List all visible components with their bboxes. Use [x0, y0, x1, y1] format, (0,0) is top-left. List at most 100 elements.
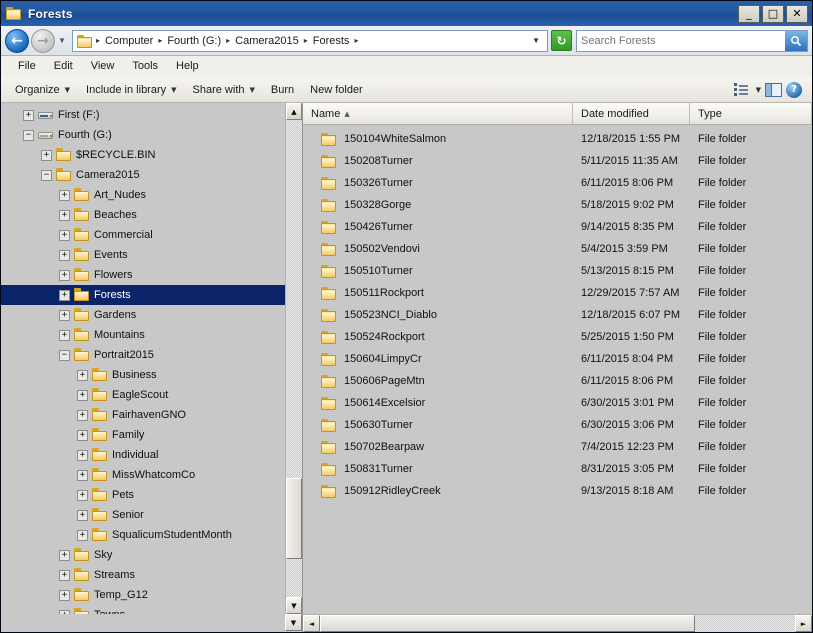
expand-icon[interactable]: + — [77, 369, 88, 381]
tree-item-portrait2015[interactable]: − Portrait2015 — [1, 345, 285, 365]
breadcrumb-separator-0[interactable]: ▸ — [93, 36, 103, 45]
tree-item-first-f[interactable]: + First (F:) — [1, 105, 285, 125]
table-row[interactable]: 150426Turner 9/14/2015 8:35 PM File folder — [303, 216, 812, 238]
tree-item-beaches[interactable]: + Beaches — [1, 205, 285, 225]
minimize-button[interactable]: _ — [738, 4, 760, 23]
table-row[interactable]: 150326Turner 6/11/2015 8:06 PM File folder — [303, 172, 812, 194]
tree-item-senior[interactable]: + Senior — [1, 505, 285, 525]
expand-icon[interactable]: + — [59, 329, 70, 341]
tree-item-commercial[interactable]: + Commercial — [1, 225, 285, 245]
tree-scroll-down-button[interactable]: ▼ — [286, 597, 302, 614]
column-header-type[interactable]: Type — [690, 103, 812, 124]
collapse-icon[interactable]: − — [23, 129, 34, 141]
preview-pane-icon[interactable] — [765, 82, 782, 97]
table-row[interactable]: 150104WhiteSalmon 12/18/2015 1:55 PM File … — [303, 128, 812, 150]
tree-item-pets[interactable]: + Pets — [1, 485, 285, 505]
expand-icon[interactable]: + — [77, 389, 88, 401]
table-row[interactable]: 150523NCI_Diablo 12/18/2015 6:07 PM File f… — [303, 304, 812, 326]
new-folder-button[interactable]: New folder — [302, 79, 371, 101]
tree-item-fairhavengno[interactable]: + FairhavenGNO — [1, 405, 285, 425]
expand-icon[interactable]: + — [77, 509, 88, 521]
breadcrumb-separator-4[interactable]: ▸ — [351, 36, 361, 45]
tree-item-camera2015[interactable]: − Camera2015 — [1, 165, 285, 185]
table-row[interactable]: 150524Rockport 5/25/2015 1:50 PM File fold… — [303, 326, 812, 348]
refresh-button[interactable]: ↻ — [551, 30, 572, 51]
tree-item-misswhatcomco[interactable]: + MissWhatcomCo — [1, 465, 285, 485]
table-row[interactable]: 150912RidleyCreek 9/13/2015 8:18 AM File f… — [303, 480, 812, 502]
breadcrumb-fourth-g[interactable]: Fourth (G:) — [165, 35, 223, 47]
tree-scroll-thumb[interactable] — [286, 477, 302, 559]
burn-button[interactable]: Burn — [263, 79, 302, 101]
breadcrumb-camera2015[interactable]: Camera2015 — [233, 35, 301, 47]
table-row[interactable]: 150328Gorge 5/18/2015 9:02 PM File folder — [303, 194, 812, 216]
table-row[interactable]: 150702Bearpaw 7/4/2015 12:23 PM File folde… — [303, 436, 812, 458]
back-button[interactable]: ← — [5, 28, 29, 53]
expand-icon[interactable]: + — [77, 529, 88, 541]
menu-tools[interactable]: Tools — [123, 56, 167, 77]
tree-item-individual[interactable]: + Individual — [1, 445, 285, 465]
list-scroll-track[interactable] — [320, 615, 795, 632]
table-row[interactable]: 150502Vendovi 5/4/2015 3:59 PM File folder — [303, 238, 812, 260]
share-with-button[interactable]: Share with ▼ — [185, 79, 263, 101]
column-header-name[interactable]: Name ▲ — [303, 103, 573, 124]
expand-icon[interactable]: + — [41, 149, 52, 161]
tree-item-events[interactable]: + Events — [1, 245, 285, 265]
expand-icon[interactable]: + — [77, 489, 88, 501]
list-scroll-left-button[interactable]: ◄ — [303, 615, 320, 632]
forward-button[interactable]: → — [31, 28, 55, 53]
table-row[interactable]: 150630Turner 6/30/2015 3:06 PM File folder — [303, 414, 812, 436]
list-scroll-right-button[interactable]: ► — [795, 615, 812, 632]
view-dropdown-caret-icon[interactable]: ▼ — [756, 86, 761, 94]
include-in-library-button[interactable]: Include in library ▼ — [78, 79, 184, 101]
tree-vertical-scrollbar[interactable]: ▲ ▼ — [285, 103, 302, 614]
breadcrumb-separator-1[interactable]: ▸ — [155, 36, 165, 45]
table-row[interactable]: 150208Turner 5/11/2015 11:35 AM File folde… — [303, 150, 812, 172]
organize-button[interactable]: Organize ▼ — [7, 79, 78, 101]
table-row[interactable]: 150614Excelsior 6/30/2015 3:01 PM File fol… — [303, 392, 812, 414]
expand-icon[interactable]: + — [23, 109, 34, 121]
tree-item-sky[interactable]: + Sky — [1, 545, 285, 565]
tree-scroll-down-corner-button[interactable]: ▼ — [285, 614, 302, 631]
tree-scroll-up-button[interactable]: ▲ — [286, 103, 302, 120]
tree-item-flowers[interactable]: + Flowers — [1, 265, 285, 285]
tree-item-recycle-bin[interactable]: + $RECYCLE.BIN — [1, 145, 285, 165]
tree-item-towns[interactable]: + Towns — [1, 605, 285, 614]
collapse-icon[interactable]: − — [59, 349, 70, 361]
menu-help[interactable]: Help — [167, 56, 208, 77]
expand-icon[interactable]: + — [59, 569, 70, 581]
expand-icon[interactable]: + — [59, 209, 70, 221]
expand-icon[interactable]: + — [77, 409, 88, 421]
change-view-icon[interactable] — [733, 82, 752, 97]
search-icon[interactable] — [785, 30, 807, 51]
breadcrumb-separator-3[interactable]: ▸ — [301, 36, 311, 45]
tree-item-eaglescout[interactable]: + EagleScout — [1, 385, 285, 405]
breadcrumb-computer[interactable]: Computer — [103, 35, 155, 47]
list-scroll-thumb[interactable] — [320, 615, 696, 632]
tree-item-streams[interactable]: + Streams — [1, 565, 285, 585]
close-button[interactable]: ✕ — [786, 4, 808, 23]
expand-icon[interactable]: + — [59, 609, 70, 614]
expand-icon[interactable]: + — [59, 249, 70, 261]
search-input[interactable] — [577, 31, 785, 50]
table-row[interactable]: 150510Turner 5/13/2015 8:15 PM File folder — [303, 260, 812, 282]
breadcrumb-bar[interactable]: ▸ Computer ▸ Fourth (G:) ▸ Camera2015 ▸ … — [72, 29, 548, 52]
expand-icon[interactable]: + — [59, 589, 70, 601]
table-row[interactable]: 150511Rockport 12/29/2015 7:57 AM File fol… — [303, 282, 812, 304]
maximize-button[interactable]: □ — [762, 4, 784, 23]
tree-item-temp-g12[interactable]: + Temp_G12 — [1, 585, 285, 605]
expand-icon[interactable]: + — [59, 309, 70, 321]
expand-icon[interactable]: + — [77, 429, 88, 441]
expand-icon[interactable]: + — [59, 549, 70, 561]
search-box[interactable] — [576, 29, 808, 52]
breadcrumb-forests[interactable]: Forests — [311, 35, 352, 47]
expand-icon[interactable]: + — [59, 189, 70, 201]
help-icon[interactable]: ? — [786, 81, 802, 98]
breadcrumb-separator-2[interactable]: ▸ — [223, 36, 233, 45]
table-row[interactable]: 150606PageMtn 6/11/2015 8:06 PM File folde… — [303, 370, 812, 392]
menu-file[interactable]: File — [9, 56, 45, 77]
tree-item-art-nudes[interactable]: + Art_Nudes — [1, 185, 285, 205]
list-horizontal-scrollbar[interactable]: ◄ ► — [303, 614, 812, 632]
tree-item-family[interactable]: + Family — [1, 425, 285, 445]
history-dropdown-icon[interactable]: ▼ — [55, 36, 69, 45]
menu-view[interactable]: View — [82, 56, 124, 77]
